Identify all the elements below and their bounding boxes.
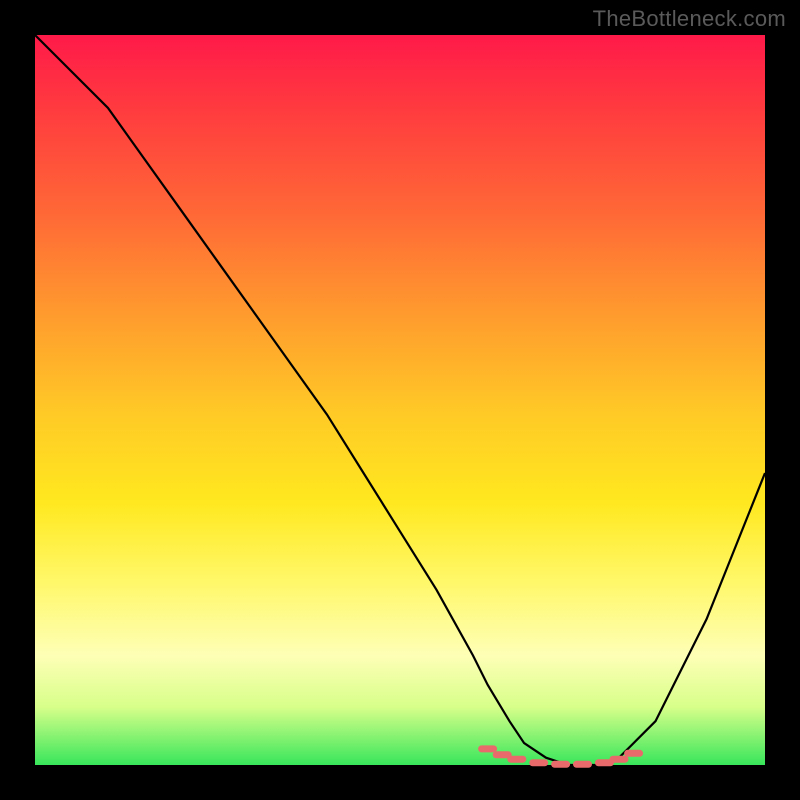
frame-right xyxy=(765,0,800,800)
optimal-range-markers xyxy=(482,749,640,764)
plot-area xyxy=(35,35,765,765)
bottleneck-curve xyxy=(35,35,765,765)
attribution-label: TheBottleneck.com xyxy=(593,6,786,32)
chart-svg xyxy=(35,35,765,765)
chart-container: TheBottleneck.com xyxy=(0,0,800,800)
frame-bottom xyxy=(0,765,800,800)
frame-left xyxy=(0,0,35,800)
